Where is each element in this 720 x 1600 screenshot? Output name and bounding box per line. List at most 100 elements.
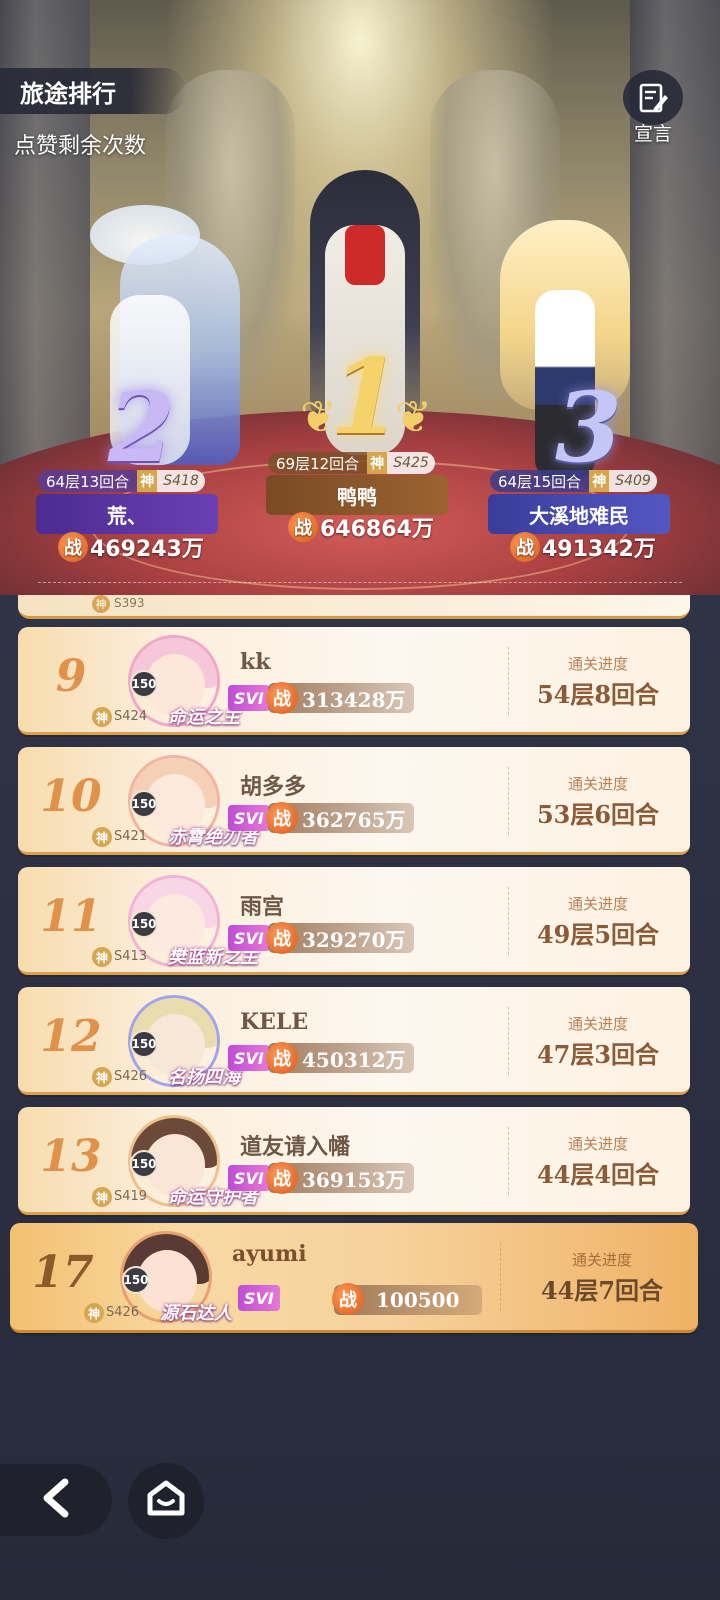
my-ranking-row[interactable]: 17 150 神 S426 源石达人 ayumi SVI 100500 战 通关… <box>10 1223 698 1333</box>
vip-badge: SVI <box>228 1165 270 1191</box>
row-rank: 10 <box>40 771 102 822</box>
server-tag: S418 <box>157 470 205 492</box>
home-icon <box>144 1479 188 1523</box>
divider <box>508 1127 509 1195</box>
ranking-row[interactable]: 13 150 神 S419 命运守护者 道友请入幡 SVI 369153万 战 … <box>18 1107 690 1215</box>
level-badge: 150 <box>130 670 158 698</box>
god-tag: 神 <box>92 827 112 847</box>
podium-1-progress: 69层12回合 神 S425 <box>268 452 435 474</box>
progress-label: 通关进度 <box>571 1251 632 1269</box>
progress-value: 44层7回合 <box>540 1276 664 1305</box>
server-tag: S426 <box>114 1069 148 1084</box>
player-name: kk <box>240 649 271 675</box>
divider <box>508 1007 509 1075</box>
vip-badge: SVI <box>238 1285 280 1311</box>
row-rank: 9 <box>55 651 87 702</box>
power-icon: 战 <box>266 1162 298 1194</box>
podium-1-power: 战 646864万 <box>288 511 434 543</box>
divider <box>508 647 509 715</box>
power-icon: 战 <box>58 532 88 562</box>
power-value: 491342万 <box>542 537 656 562</box>
ranking-list[interactable] <box>0 595 720 1600</box>
ranking-row[interactable]: 11 150 神 S413 樊蓝新之主 雨宫 SVI 329270万 战 通关进… <box>18 867 690 975</box>
edit-note-icon <box>623 70 683 125</box>
row-rank: 12 <box>40 1011 102 1062</box>
back-button[interactable] <box>0 1464 112 1536</box>
god-tag: 神 <box>92 707 112 727</box>
vip-badge: SVI <box>228 685 270 711</box>
progress-value: 49层5回合 <box>536 920 660 949</box>
god-tag: 神 <box>92 1067 112 1087</box>
player-name: 道友请入幡 <box>240 1134 351 1160</box>
server-tag: S393 <box>114 596 145 610</box>
progress-label: 通关进度 <box>567 1135 628 1153</box>
page-title: 旅途排行 <box>0 68 186 114</box>
progress-label: 通关进度 <box>567 1015 628 1033</box>
ranking-row[interactable]: 12 150 神 S426 名扬四海 KELE SVI 450312万 战 通关… <box>18 987 690 1095</box>
god-tag: 神 <box>84 1303 104 1323</box>
podium-3-power: 战 491342万 <box>510 531 656 563</box>
row-rank: 17 <box>32 1247 94 1298</box>
podium-2-progress: 64层13回合 神 S418 <box>38 470 205 492</box>
podium-2-power: 战 469243万 <box>58 531 204 563</box>
progress-value: 54层8回合 <box>536 680 660 709</box>
ranking-row[interactable]: 9 150 神 S424 命运之主 kk SVI 313428万 战 通关进度 … <box>18 627 690 735</box>
level-badge: 150 <box>130 790 158 818</box>
power-icon: 战 <box>332 1283 364 1315</box>
home-button[interactable] <box>128 1463 204 1539</box>
progress-text: 64层13回合 <box>38 470 138 492</box>
progress-label: 通关进度 <box>567 775 628 793</box>
progress-label: 通关进度 <box>567 895 628 913</box>
server-tag: S409 <box>609 470 657 492</box>
player-name: KELE <box>240 1009 309 1035</box>
power-icon: 战 <box>266 802 298 834</box>
player-name: 雨宫 <box>240 894 285 920</box>
power-icon: 战 <box>266 682 298 714</box>
power-value: 469243万 <box>90 537 204 562</box>
progress-label: 通关进度 <box>567 655 628 673</box>
god-tag: 神 <box>367 452 388 474</box>
server-tag: S421 <box>114 829 148 844</box>
vip-badge: SVI <box>228 805 270 831</box>
podium-3-name[interactable]: 大溪地难民 <box>488 494 670 534</box>
progress-value: 47层3回合 <box>536 1040 660 1069</box>
power-icon: 战 <box>288 512 318 542</box>
podium-1-name[interactable]: 鸭鸭 <box>266 475 448 515</box>
divider <box>508 767 509 835</box>
level-badge: 150 <box>130 1030 158 1058</box>
power-value: 646864万 <box>320 517 434 542</box>
chevron-left-icon <box>39 1478 73 1522</box>
progress-value: 53层6回合 <box>536 800 660 829</box>
podium-rank-2: 2 <box>108 371 175 484</box>
god-tag: 神 <box>92 947 112 967</box>
god-tag: 神 <box>589 470 610 492</box>
level-badge: 150 <box>122 1266 150 1294</box>
declare-label: 宣言 <box>633 123 672 145</box>
ranking-row[interactable]: 10 150 神 S421 赤霄绝刃者 胡多多 SVI 362765万 战 通关… <box>18 747 690 855</box>
vip-badge: SVI <box>228 1045 270 1071</box>
power-icon: 战 <box>510 532 540 562</box>
progress-value: 44层4回合 <box>536 1160 660 1189</box>
server-tag: S413 <box>114 949 148 964</box>
server-tag: S419 <box>114 1189 148 1204</box>
row-rank: 13 <box>40 1131 102 1182</box>
level-badge: 150 <box>130 910 158 938</box>
god-tag: 神 <box>92 1187 112 1207</box>
power-icon: 战 <box>266 922 298 954</box>
declare-button[interactable]: 宣言 <box>622 70 684 146</box>
divider <box>38 582 682 583</box>
divider <box>508 887 509 955</box>
vip-badge: SVI <box>228 925 270 951</box>
row-rank: 11 <box>40 891 102 942</box>
podium-2-name[interactable]: 荒、 <box>36 494 218 534</box>
progress-text: 64层15回合 <box>490 470 590 492</box>
ranking-row-partial[interactable]: 神 S393 <box>18 595 690 619</box>
podium-3-progress: 64层15回合 神 S409 <box>490 470 657 492</box>
progress-text: 69层12回合 <box>268 452 368 474</box>
podium-rank-3: 3 <box>555 371 622 484</box>
server-tag: S426 <box>106 1305 140 1320</box>
podium-rank-1: 1 <box>330 335 403 458</box>
server-tag: S424 <box>114 709 148 724</box>
likes-remaining-label: 点赞剩余次数 <box>14 134 147 159</box>
power-icon: 战 <box>266 1042 298 1074</box>
